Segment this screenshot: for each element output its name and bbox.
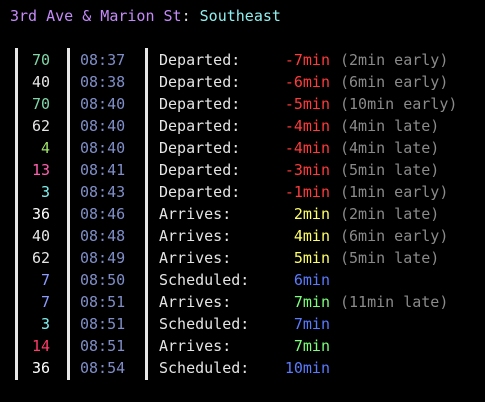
- route-number: 36: [31, 205, 50, 223]
- list-item: 40 08:38 Departed: -6min (6min early): [0, 71, 485, 93]
- list-item: 14 08:51 Arrives: 7min: [0, 335, 485, 357]
- minutes-away: -4min: [284, 139, 330, 157]
- route-number: 70: [31, 95, 50, 113]
- arrival-status: Scheduled:: [159, 359, 250, 377]
- list-item: 40 08:48 Arrives: 4min (6min early): [0, 225, 485, 247]
- route-number: 3: [40, 183, 50, 201]
- direction-label: Southeast: [199, 7, 281, 25]
- list-item: 36 08:54 Scheduled: 10min: [0, 357, 485, 379]
- list-item: 3 08:51 Scheduled: 7min: [0, 313, 485, 335]
- route-number: 62: [31, 249, 50, 267]
- minutes-away: -1min: [284, 183, 330, 201]
- scheduled-time: 08:51: [80, 337, 126, 355]
- route-number: 4: [40, 139, 50, 157]
- arrival-status: Departed:: [159, 117, 241, 135]
- scheduled-time: 08:51: [80, 293, 126, 311]
- scheduled-time: 08:40: [80, 95, 126, 113]
- deviation-note: (4min late): [340, 117, 440, 135]
- list-item: 70 08:40 Departed: -5min (10min early): [0, 93, 485, 115]
- arrival-status: Departed:: [159, 51, 241, 69]
- deviation-note: (5min late): [340, 161, 440, 179]
- route-number: 40: [31, 227, 50, 245]
- minutes-away: 5min: [293, 249, 330, 267]
- arrival-status: Arrives:: [159, 205, 232, 223]
- arrivals-list: 70 08:37 Departed: -7min (2min early) 40 08:38…: [0, 49, 485, 379]
- list-item: 62 08:40 Departed: -4min (4min late): [0, 115, 485, 137]
- route-number: 7: [40, 271, 50, 289]
- list-item: 36 08:46 Arrives: 2min (2min late): [0, 203, 485, 225]
- minutes-away: 7min: [293, 293, 330, 311]
- route-number: 70: [31, 51, 50, 69]
- arrival-status: Departed:: [159, 183, 241, 201]
- scheduled-time: 08:41: [80, 161, 126, 179]
- header-separator: :: [181, 7, 200, 25]
- list-item: 4 08:40 Departed: -4min (4min late): [0, 137, 485, 159]
- stop-header: 3rd Ave & Marion St: Southeast: [10, 6, 281, 26]
- scheduled-time: 08:46: [80, 205, 126, 223]
- list-item: 7 08:51 Arrives: 7min (11min late): [0, 291, 485, 313]
- deviation-note: (2min early): [340, 51, 449, 69]
- scheduled-time: 08:54: [80, 359, 126, 377]
- list-item: 62 08:49 Arrives: 5min (5min late): [0, 247, 485, 269]
- deviation-note: (5min late): [340, 249, 440, 267]
- minutes-away: -3min: [284, 161, 330, 179]
- list-item: 3 08:43 Departed: -1min (1min early): [0, 181, 485, 203]
- list-item: 70 08:37 Departed: -7min (2min early): [0, 49, 485, 71]
- route-number: 14: [31, 337, 50, 355]
- route-number: 36: [31, 359, 50, 377]
- deviation-note: (2min late): [340, 205, 440, 223]
- minutes-away: 6min: [293, 271, 330, 289]
- route-number: 3: [40, 315, 50, 333]
- list-item: 7 08:50 Scheduled: 6min: [0, 269, 485, 291]
- minutes-away: 4min: [293, 227, 330, 245]
- arrival-status: Departed:: [159, 161, 241, 179]
- arrival-status: Arrives:: [159, 293, 232, 311]
- arrival-status: Scheduled:: [159, 271, 250, 289]
- scheduled-time: 08:43: [80, 183, 126, 201]
- minutes-away: 7min: [293, 337, 330, 355]
- stop-name: 3rd Ave & Marion St: [10, 7, 182, 25]
- scheduled-time: 08:37: [80, 51, 126, 69]
- route-number: 7: [40, 293, 50, 311]
- scheduled-time: 08:51: [80, 315, 126, 333]
- minutes-away: 10min: [284, 359, 330, 377]
- arrival-status: Arrives:: [159, 227, 232, 245]
- route-number: 62: [31, 117, 50, 135]
- scheduled-time: 08:49: [80, 249, 126, 267]
- scheduled-time: 08:40: [80, 117, 126, 135]
- deviation-note: (11min late): [340, 293, 449, 311]
- list-item: 13 08:41 Departed: -3min (5min late): [0, 159, 485, 181]
- arrival-status: Scheduled:: [159, 315, 250, 333]
- minutes-away: -5min: [284, 95, 330, 113]
- minutes-away: 2min: [293, 205, 330, 223]
- minutes-away: -4min: [284, 117, 330, 135]
- scheduled-time: 08:38: [80, 73, 126, 91]
- route-number: 40: [31, 73, 50, 91]
- arrival-status: Departed:: [159, 139, 241, 157]
- arrival-status: Arrives:: [159, 249, 232, 267]
- arrival-status: Departed:: [159, 73, 241, 91]
- deviation-note: (4min late): [340, 139, 440, 157]
- deviation-note: (1min early): [340, 183, 449, 201]
- minutes-away: 7min: [293, 315, 330, 333]
- minutes-away: -7min: [284, 51, 330, 69]
- arrivals-terminal: 3rd Ave & Marion St: Southeast 70 08:37 De…: [0, 0, 485, 402]
- arrival-status: Arrives:: [159, 337, 232, 355]
- route-number: 13: [31, 161, 50, 179]
- scheduled-time: 08:48: [80, 227, 126, 245]
- deviation-note: (10min early): [340, 95, 458, 113]
- deviation-note: (6min early): [340, 73, 449, 91]
- scheduled-time: 08:50: [80, 271, 126, 289]
- deviation-note: (6min early): [340, 227, 449, 245]
- scheduled-time: 08:40: [80, 139, 126, 157]
- arrival-status: Departed:: [159, 95, 241, 113]
- minutes-away: -6min: [284, 73, 330, 91]
